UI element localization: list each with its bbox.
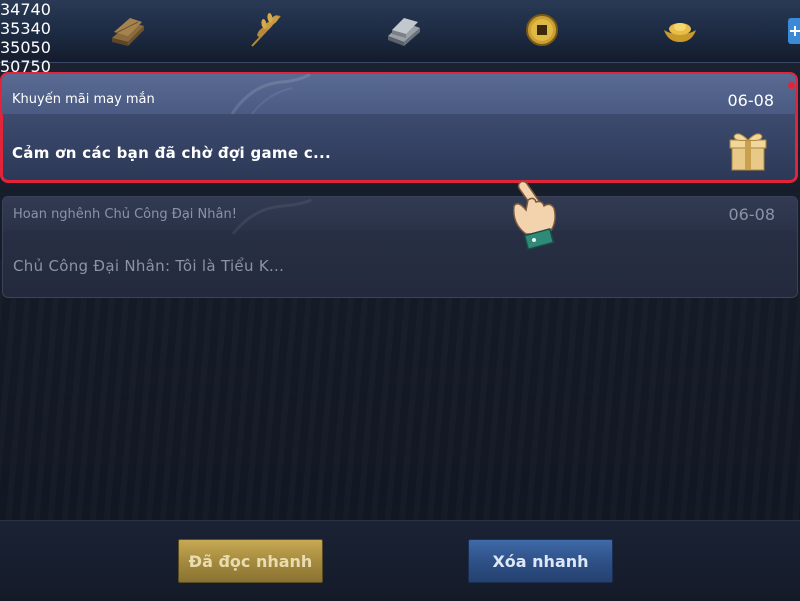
- mail-preview: Cảm ơn các bạn đã chờ đợi game c...: [12, 144, 332, 162]
- grain-icon: [246, 10, 286, 50]
- tap-hand-icon: [513, 180, 556, 251]
- resource-bar: 34740 35340 35050 50750: [0, 0, 800, 95]
- resource-gold-ingot: [660, 10, 700, 50]
- mail-date: 06-08: [728, 205, 776, 224]
- wood-icon: [108, 10, 148, 50]
- unread-dot: [788, 82, 795, 89]
- gold-ingot-icon: [660, 10, 700, 50]
- resource-iron: [384, 10, 424, 50]
- mail-date: 06-08: [727, 91, 775, 110]
- decor-swirl: [230, 74, 311, 114]
- mail-preview: Chủ Công Đại Nhân: Tôi là Tiểu K...: [13, 257, 285, 275]
- resource-wood: [108, 10, 148, 50]
- bottom-bar: [0, 520, 800, 601]
- add-currency-button[interactable]: [788, 18, 800, 44]
- delete-all-button[interactable]: Xóa nhanh: [468, 539, 613, 583]
- gift-box-icon[interactable]: [728, 130, 768, 176]
- mail-subject: Khuyến mãi may mắn: [12, 92, 155, 107]
- iron-icon: [384, 10, 424, 50]
- background-texture: [0, 260, 800, 520]
- read-all-button[interactable]: Đã đọc nhanh: [178, 539, 323, 583]
- resource-grain: [246, 10, 286, 50]
- mail-item[interactable]: Khuyến mãi may mắn 06-08 Cảm ơn các bạn …: [0, 72, 798, 183]
- resource-coin: [522, 10, 562, 50]
- coin-icon: [522, 10, 562, 50]
- mail-item[interactable]: Hoan nghênh Chủ Công Đại Nhân! 06-08 Chủ…: [2, 196, 798, 298]
- mail-subject: Hoan nghênh Chủ Công Đại Nhân!: [13, 207, 237, 222]
